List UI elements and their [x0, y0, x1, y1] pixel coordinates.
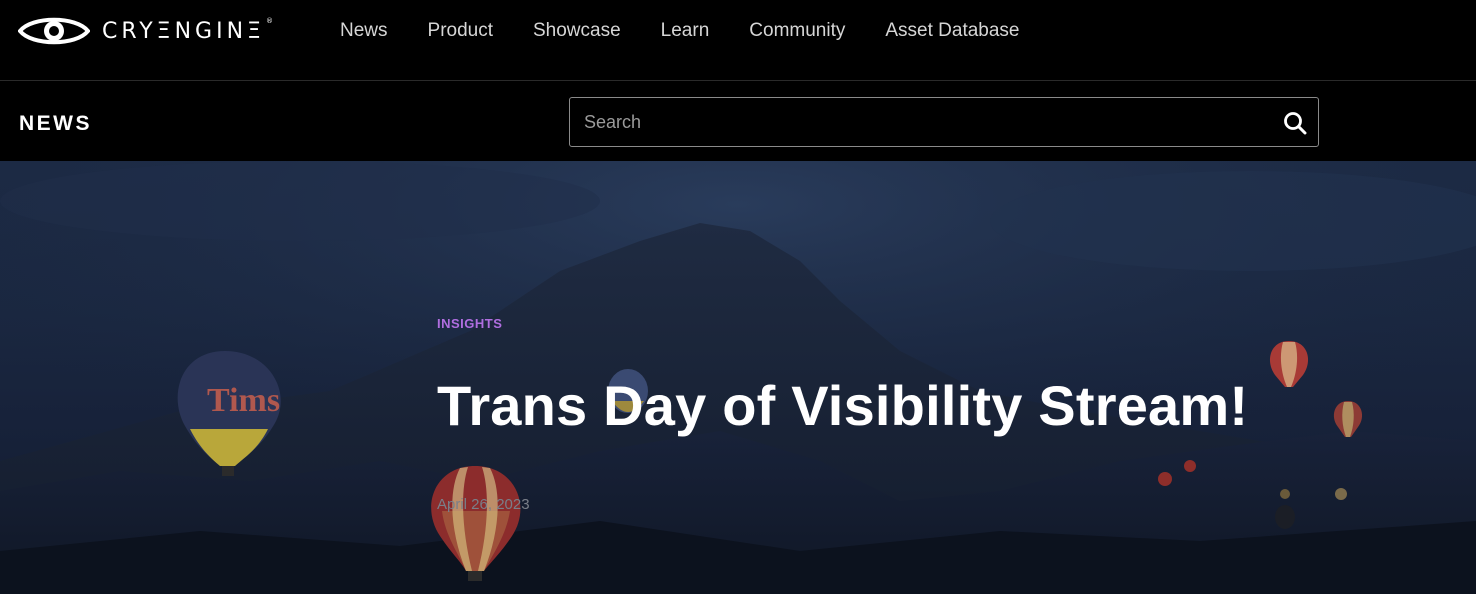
search-input[interactable] — [570, 98, 1270, 146]
cryengine-logo[interactable]: CRYΞNGINΞ ® — [18, 14, 273, 48]
nav-item-asset-database[interactable]: Asset Database — [865, 18, 1039, 44]
article-title[interactable]: Trans Day of Visibility Stream! — [437, 373, 1248, 438]
svg-text:Tims: Tims — [207, 382, 280, 419]
search-box — [569, 97, 1319, 147]
article-category-link[interactable]: INSIGHTS — [437, 316, 502, 331]
hero-banner[interactable]: Tims INSIGHTS Trans Day of Visibility St… — [0, 161, 1476, 594]
search-icon[interactable] — [1282, 110, 1308, 136]
logo-wordmark: CRYΞNGINΞ ® — [102, 16, 273, 44]
article-date: April 26, 2023 — [437, 496, 530, 513]
nav-item-product[interactable]: Product — [408, 18, 513, 44]
news-section-bar: NEWS — [0, 82, 1476, 161]
nav-item-showcase[interactable]: Showcase — [513, 18, 641, 44]
nav-item-learn[interactable]: Learn — [641, 18, 730, 44]
nav-item-community[interactable]: Community — [729, 18, 865, 44]
main-nav: News Product Showcase Learn Community As… — [320, 18, 1040, 44]
section-title: NEWS — [19, 112, 92, 135]
top-navigation-bar: CRYΞNGINΞ ® News Product Showcase Learn C… — [0, 0, 1476, 81]
eye-logo-icon — [18, 17, 90, 45]
nav-item-news[interactable]: News — [320, 18, 408, 44]
